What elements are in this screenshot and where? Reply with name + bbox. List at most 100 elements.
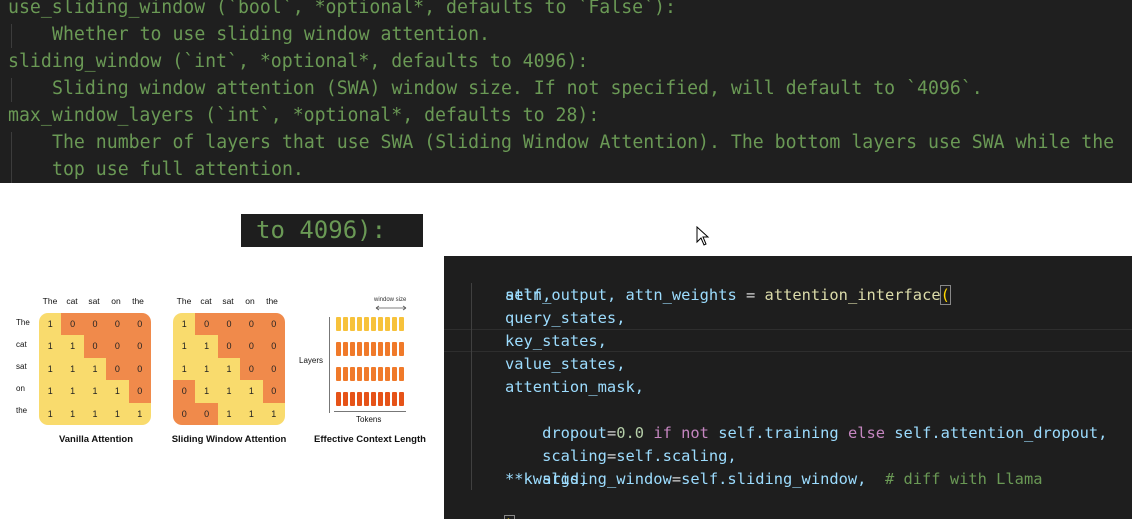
attention-cell: 1 — [217, 357, 241, 381]
layer-block — [350, 317, 355, 331]
attention-cell: 1 — [83, 402, 107, 425]
attention-cell: 0 — [106, 313, 129, 336]
attention-cell: 0 — [106, 335, 129, 358]
open-paren: ( — [939, 285, 951, 305]
column-header: The — [176, 296, 192, 306]
attention-cell: 0 — [61, 313, 84, 336]
attention-diagram: The cat sat on the The cat sat on the 10… — [0, 285, 440, 455]
code-line[interactable]: key_states, — [505, 330, 607, 353]
indent-guide — [11, 24, 12, 48]
layer-block — [364, 367, 369, 381]
attention-cell: 1 — [262, 402, 285, 425]
docstring-line: top use full attention. — [52, 159, 304, 180]
code-line[interactable]: **kwargs, — [505, 468, 588, 491]
layer-block — [336, 342, 341, 356]
column-header: The — [42, 296, 58, 306]
attention-cell: 1 — [195, 380, 218, 403]
matrix-title: Effective Context Length — [314, 434, 426, 445]
function-name: attention_interface — [764, 286, 941, 304]
column-header: cat — [66, 296, 78, 306]
attention-cell: 0 — [217, 335, 241, 358]
layer-block — [350, 342, 355, 356]
attention-cell: 1 — [195, 357, 218, 381]
layer-block — [343, 317, 348, 331]
layer-block — [399, 342, 404, 356]
operator: = — [671, 470, 682, 488]
layer-block — [385, 392, 390, 406]
context-diagram: window size Layers Tokens Effective Cont… — [296, 285, 440, 455]
mouse-cursor-icon — [696, 226, 710, 246]
docstring-line: use_sliding_window (`bool`, *optional*, … — [8, 0, 676, 18]
attention-cell: 0 — [240, 357, 263, 381]
keyword: else — [838, 424, 895, 442]
layer-block — [371, 342, 376, 356]
code-line[interactable]: query_states, — [505, 307, 625, 330]
attention-cell: 0 — [262, 357, 285, 381]
attention-cell: 1 — [173, 313, 196, 336]
attention-cell: 1 — [217, 380, 241, 403]
layer-block — [378, 317, 383, 331]
attention-cell: 1 — [83, 357, 107, 381]
layer-block — [364, 317, 369, 331]
layer-block — [357, 342, 362, 356]
tokens-axis — [334, 411, 406, 412]
attention-cell: 1 — [61, 335, 84, 358]
layer-block — [343, 342, 348, 356]
layer-block — [392, 342, 397, 356]
attention-cell: 0 — [173, 380, 196, 403]
docstring-panel: use_sliding_window (`bool`, *optional*, … — [0, 0, 1132, 183]
layer-block — [392, 367, 397, 381]
layer-blocks — [296, 285, 440, 415]
code-line[interactable]: attention_mask, — [505, 376, 644, 399]
operator: = — [736, 286, 765, 304]
column-header: the — [266, 296, 278, 306]
layer-block — [350, 392, 355, 406]
attention-cell: 1 — [61, 402, 84, 425]
sliding-matrix: The cat sat on the 100001100011100011100… — [134, 285, 294, 455]
attention-cell: 0 — [262, 380, 285, 403]
layer-block — [392, 317, 397, 331]
layer-block — [336, 367, 341, 381]
attention-cell: 1 — [106, 380, 129, 403]
attention-cell: 1 — [39, 357, 62, 381]
docstring-line: The number of layers that use SWA (Slidi… — [52, 132, 1115, 153]
attention-cell: 1 — [39, 402, 62, 425]
layer-block — [364, 392, 369, 406]
indent-guide — [11, 78, 12, 102]
attention-cell: 1 — [195, 335, 218, 358]
code-line[interactable]: ) — [468, 491, 516, 519]
layer-block — [385, 367, 390, 381]
code-line[interactable]: attn_output, attn_weights = attention_in… — [468, 261, 951, 305]
code-comment: # diff with Llama — [866, 470, 1043, 488]
attention-cell: 1 — [173, 357, 196, 381]
layer-block — [378, 367, 383, 381]
layer-block — [371, 367, 376, 381]
column-header: on — [245, 296, 255, 306]
attention-cell: 0 — [240, 335, 263, 358]
attention-cell: 1 — [61, 380, 84, 403]
attention-cell: 1 — [240, 380, 263, 403]
layer-block — [357, 367, 362, 381]
expression: self.sliding_window, — [681, 470, 867, 488]
attention-cell: 0 — [106, 357, 129, 381]
expression: self.attention_dropout, — [894, 424, 1108, 442]
attention-cell: 1 — [39, 313, 62, 336]
layer-block — [385, 317, 390, 331]
attention-cell: 0 — [173, 402, 196, 425]
code-line[interactable]: value_states, — [505, 353, 625, 376]
code-editor[interactable]: attn_output, attn_weights = attention_in… — [444, 256, 1132, 519]
indent-guide — [11, 132, 12, 183]
attention-cell: 1 — [106, 402, 129, 425]
layer-block — [357, 392, 362, 406]
code-line[interactable]: scaling=self.scaling, — [505, 422, 737, 465]
code-line[interactable]: dropout=0.0 if not self.training else se… — [505, 399, 1107, 442]
layer-block — [392, 392, 397, 406]
docstring-line: max_window_layers (`int`, *optional*, de… — [8, 105, 600, 126]
column-header: sat — [222, 296, 234, 306]
layer-block — [371, 317, 376, 331]
attention-cell: 1 — [39, 380, 62, 403]
zoom-snippet: to 4096): — [241, 214, 423, 247]
layer-block — [371, 392, 376, 406]
code-line[interactable]: sliding_window=self.sliding_window, # di… — [505, 445, 1042, 488]
code-line[interactable]: self, — [505, 284, 551, 307]
